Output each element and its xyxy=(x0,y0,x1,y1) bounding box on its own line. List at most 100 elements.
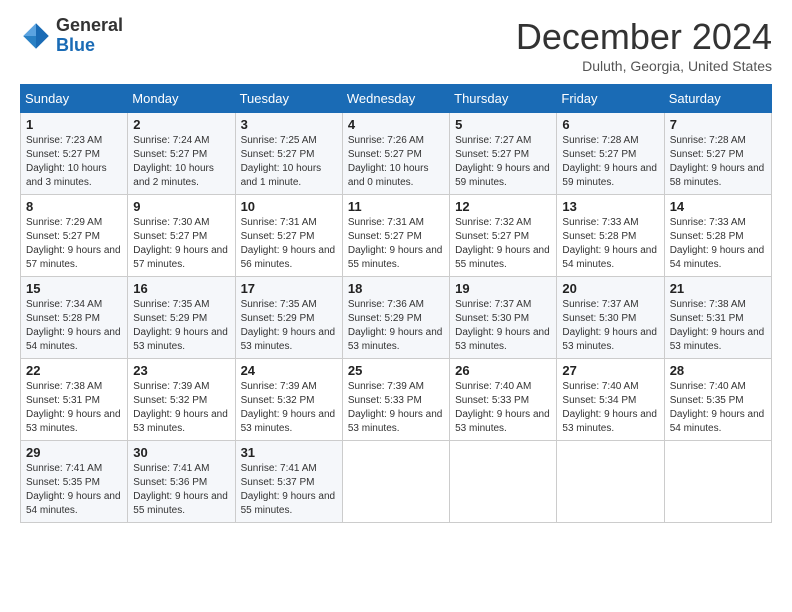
calendar-day: 31 Sunrise: 7:41 AMSunset: 5:37 PMDayligh… xyxy=(235,441,342,523)
day-of-week-header: Monday xyxy=(128,85,235,113)
calendar-header-row: SundayMondayTuesdayWednesdayThursdayFrid… xyxy=(21,85,772,113)
calendar-day: 15 Sunrise: 7:34 AMSunset: 5:28 PMDayligh… xyxy=(21,277,128,359)
day-number: 26 xyxy=(455,363,551,378)
calendar-row: 29 Sunrise: 7:41 AMSunset: 5:35 PMDayligh… xyxy=(21,441,772,523)
calendar-day: 6 Sunrise: 7:28 AMSunset: 5:27 PMDaylight… xyxy=(557,113,664,195)
day-of-week-header: Friday xyxy=(557,85,664,113)
day-number: 5 xyxy=(455,117,551,132)
calendar-row: 1 Sunrise: 7:23 AMSunset: 5:27 PMDaylight… xyxy=(21,113,772,195)
day-number: 22 xyxy=(26,363,122,378)
title-block: December 2024 Duluth, Georgia, United St… xyxy=(516,16,772,74)
day-number: 24 xyxy=(241,363,337,378)
day-info: Sunrise: 7:29 AMSunset: 5:27 PMDaylight:… xyxy=(26,216,122,272)
day-number: 20 xyxy=(562,281,658,296)
day-info: Sunrise: 7:28 AMSunset: 5:27 PMDaylight:… xyxy=(670,134,766,190)
day-info: Sunrise: 7:26 AMSunset: 5:27 PMDaylight:… xyxy=(348,134,444,190)
calendar-day: 12 Sunrise: 7:32 AMSunset: 5:27 PMDayligh… xyxy=(450,195,557,277)
day-info: Sunrise: 7:38 AMSunset: 5:31 PMDaylight:… xyxy=(26,380,122,436)
logo-blue: Blue xyxy=(56,36,123,56)
day-info: Sunrise: 7:40 AMSunset: 5:34 PMDaylight:… xyxy=(562,380,658,436)
calendar-row: 15 Sunrise: 7:34 AMSunset: 5:28 PMDayligh… xyxy=(21,277,772,359)
calendar-row: 8 Sunrise: 7:29 AMSunset: 5:27 PMDaylight… xyxy=(21,195,772,277)
calendar-day: 19 Sunrise: 7:37 AMSunset: 5:30 PMDayligh… xyxy=(450,277,557,359)
day-info: Sunrise: 7:28 AMSunset: 5:27 PMDaylight:… xyxy=(562,134,658,190)
day-number: 4 xyxy=(348,117,444,132)
day-info: Sunrise: 7:39 AMSunset: 5:32 PMDaylight:… xyxy=(133,380,229,436)
day-info: Sunrise: 7:41 AMSunset: 5:36 PMDaylight:… xyxy=(133,462,229,518)
day-number: 19 xyxy=(455,281,551,296)
empty-day xyxy=(342,441,449,523)
day-of-week-header: Tuesday xyxy=(235,85,342,113)
day-number: 28 xyxy=(670,363,766,378)
day-info: Sunrise: 7:40 AMSunset: 5:33 PMDaylight:… xyxy=(455,380,551,436)
calendar-day: 28 Sunrise: 7:40 AMSunset: 5:35 PMDayligh… xyxy=(664,359,771,441)
day-number: 30 xyxy=(133,445,229,460)
day-info: Sunrise: 7:31 AMSunset: 5:27 PMDaylight:… xyxy=(241,216,337,272)
calendar-day: 17 Sunrise: 7:35 AMSunset: 5:29 PMDayligh… xyxy=(235,277,342,359)
day-number: 25 xyxy=(348,363,444,378)
day-number: 13 xyxy=(562,199,658,214)
day-number: 1 xyxy=(26,117,122,132)
day-number: 6 xyxy=(562,117,658,132)
calendar-day: 9Sunrise: 7:30 AMSunset: 5:27 PMDaylight… xyxy=(128,195,235,277)
day-number: 23 xyxy=(133,363,229,378)
logo-icon xyxy=(20,20,52,52)
calendar-day: 13 Sunrise: 7:33 AMSunset: 5:28 PMDayligh… xyxy=(557,195,664,277)
day-number: 29 xyxy=(26,445,122,460)
day-info: Sunrise: 7:31 AMSunset: 5:27 PMDaylight:… xyxy=(348,216,444,272)
calendar-day: 18Sunrise: 7:36 AMSunset: 5:29 PMDayligh… xyxy=(342,277,449,359)
location: Duluth, Georgia, United States xyxy=(516,58,772,74)
calendar-row: 22 Sunrise: 7:38 AMSunset: 5:31 PMDayligh… xyxy=(21,359,772,441)
day-info: Sunrise: 7:33 AMSunset: 5:28 PMDaylight:… xyxy=(562,216,658,272)
day-of-week-header: Saturday xyxy=(664,85,771,113)
calendar-day: 11 Sunrise: 7:31 AMSunset: 5:27 PMDayligh… xyxy=(342,195,449,277)
calendar-day: 25 Sunrise: 7:39 AMSunset: 5:33 PMDayligh… xyxy=(342,359,449,441)
calendar-day: 14Sunrise: 7:33 AMSunset: 5:28 PMDayligh… xyxy=(664,195,771,277)
calendar-day: 26 Sunrise: 7:40 AMSunset: 5:33 PMDayligh… xyxy=(450,359,557,441)
day-info: Sunrise: 7:25 AMSunset: 5:27 PMDaylight:… xyxy=(241,134,337,190)
month-title: December 2024 xyxy=(516,16,772,58)
day-number: 11 xyxy=(348,199,444,214)
calendar-day: 8 Sunrise: 7:29 AMSunset: 5:27 PMDaylight… xyxy=(21,195,128,277)
calendar-day: 23 Sunrise: 7:39 AMSunset: 5:32 PMDayligh… xyxy=(128,359,235,441)
day-of-week-header: Thursday xyxy=(450,85,557,113)
calendar-day: 27Sunrise: 7:40 AMSunset: 5:34 PMDayligh… xyxy=(557,359,664,441)
day-info: Sunrise: 7:38 AMSunset: 5:31 PMDaylight:… xyxy=(670,298,766,354)
day-info: Sunrise: 7:35 AMSunset: 5:29 PMDaylight:… xyxy=(241,298,337,354)
day-number: 7 xyxy=(670,117,766,132)
day-number: 17 xyxy=(241,281,337,296)
day-info: Sunrise: 7:41 AMSunset: 5:37 PMDaylight:… xyxy=(241,462,337,518)
calendar-day: 29 Sunrise: 7:41 AMSunset: 5:35 PMDayligh… xyxy=(21,441,128,523)
logo-general: General xyxy=(56,16,123,36)
calendar-day: 1 Sunrise: 7:23 AMSunset: 5:27 PMDaylight… xyxy=(21,113,128,195)
day-info: Sunrise: 7:34 AMSunset: 5:28 PMDaylight:… xyxy=(26,298,122,354)
day-number: 31 xyxy=(241,445,337,460)
header: General Blue December 2024 Duluth, Georg… xyxy=(20,16,772,74)
calendar-day: 22 Sunrise: 7:38 AMSunset: 5:31 PMDayligh… xyxy=(21,359,128,441)
calendar-day: 3Sunrise: 7:25 AMSunset: 5:27 PMDaylight… xyxy=(235,113,342,195)
day-info: Sunrise: 7:30 AMSunset: 5:27 PMDaylight:… xyxy=(133,216,229,272)
day-info: Sunrise: 7:37 AMSunset: 5:30 PMDaylight:… xyxy=(455,298,551,354)
day-info: Sunrise: 7:40 AMSunset: 5:35 PMDaylight:… xyxy=(670,380,766,436)
day-number: 18 xyxy=(348,281,444,296)
day-info: Sunrise: 7:37 AMSunset: 5:30 PMDaylight:… xyxy=(562,298,658,354)
calendar-container: General Blue December 2024 Duluth, Georg… xyxy=(0,0,792,543)
day-info: Sunrise: 7:35 AMSunset: 5:29 PMDaylight:… xyxy=(133,298,229,354)
day-number: 12 xyxy=(455,199,551,214)
calendar-day: 10 Sunrise: 7:31 AMSunset: 5:27 PMDayligh… xyxy=(235,195,342,277)
day-info: Sunrise: 7:39 AMSunset: 5:33 PMDaylight:… xyxy=(348,380,444,436)
day-number: 15 xyxy=(26,281,122,296)
day-number: 16 xyxy=(133,281,229,296)
day-info: Sunrise: 7:41 AMSunset: 5:35 PMDaylight:… xyxy=(26,462,122,518)
calendar-day: 24Sunrise: 7:39 AMSunset: 5:32 PMDayligh… xyxy=(235,359,342,441)
day-number: 10 xyxy=(241,199,337,214)
calendar-day: 16 Sunrise: 7:35 AMSunset: 5:29 PMDayligh… xyxy=(128,277,235,359)
day-of-week-header: Wednesday xyxy=(342,85,449,113)
day-info: Sunrise: 7:32 AMSunset: 5:27 PMDaylight:… xyxy=(455,216,551,272)
day-info: Sunrise: 7:23 AMSunset: 5:27 PMDaylight:… xyxy=(26,134,122,190)
calendar-day: 20 Sunrise: 7:37 AMSunset: 5:30 PMDayligh… xyxy=(557,277,664,359)
calendar-table: SundayMondayTuesdayWednesdayThursdayFrid… xyxy=(20,84,772,523)
day-number: 8 xyxy=(26,199,122,214)
day-number: 2 xyxy=(133,117,229,132)
day-info: Sunrise: 7:27 AMSunset: 5:27 PMDaylight:… xyxy=(455,134,551,190)
